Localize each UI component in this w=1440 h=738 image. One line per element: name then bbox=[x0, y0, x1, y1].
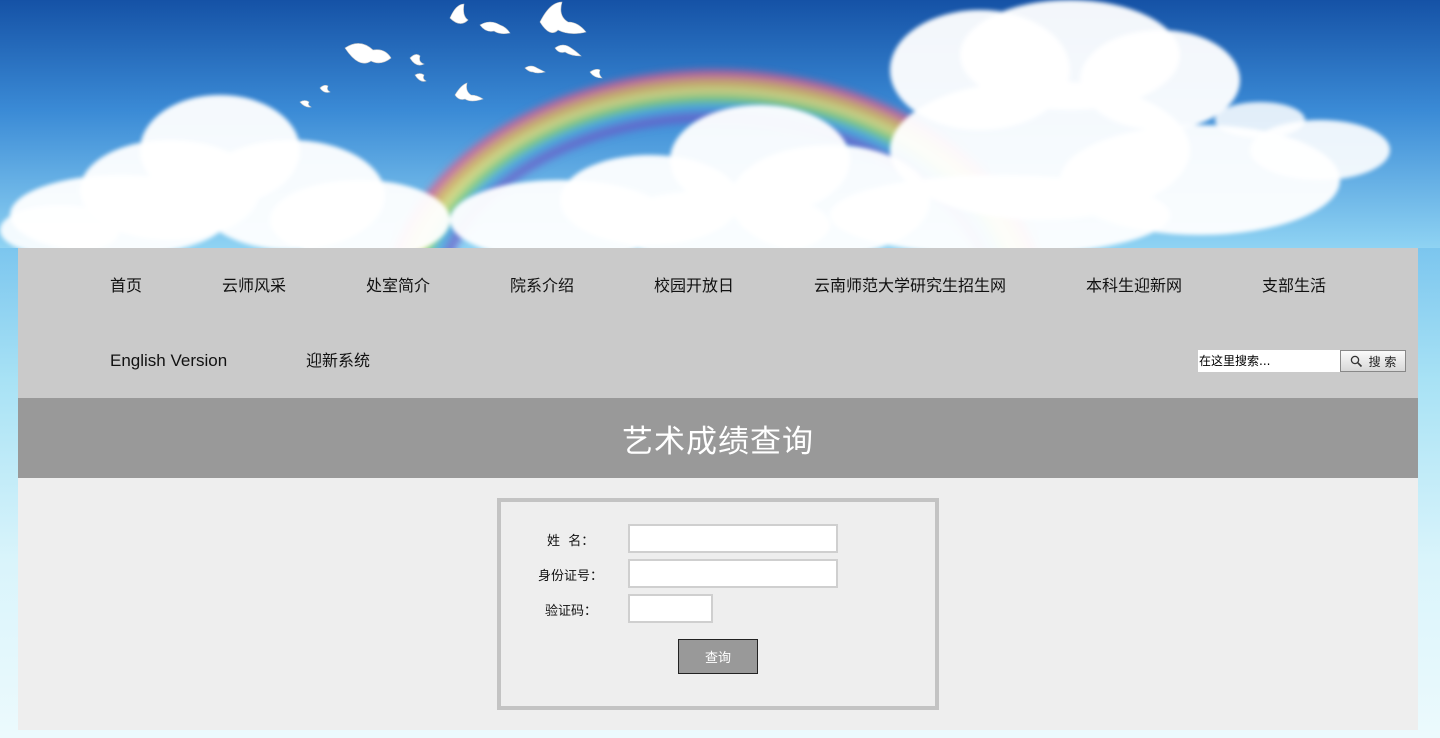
nav-link-graduate-admissions[interactable]: 云南师范大学研究生招生网 bbox=[814, 276, 1006, 296]
nav-link-home[interactable]: 首页 bbox=[110, 276, 142, 296]
magnifier-icon bbox=[1350, 355, 1362, 367]
nav-link-office-intro[interactable]: 处室简介 bbox=[366, 276, 430, 296]
search-button-label: 搜 索 bbox=[1368, 354, 1397, 369]
name-field[interactable] bbox=[628, 524, 838, 553]
title-bar: 艺术成绩查询 bbox=[18, 398, 1418, 478]
search-button[interactable]: 搜 索 bbox=[1340, 350, 1406, 372]
captcha-field[interactable] bbox=[628, 594, 713, 623]
query-button[interactable]: 查询 bbox=[678, 639, 758, 674]
id-number-field[interactable] bbox=[628, 559, 838, 588]
nav-link-branch-life[interactable]: 支部生活 bbox=[1262, 276, 1326, 296]
nav-link-department-intro[interactable]: 院系介绍 bbox=[510, 276, 574, 296]
captcha-label: 验证码： bbox=[545, 604, 598, 619]
query-form: 姓 名： 身份证号： 验证码： 查询 bbox=[497, 498, 939, 710]
main-nav: 首页 云师风采 处室简介 院系介绍 校园开放日 云南师范大学研究生招生网 本科生… bbox=[18, 248, 1418, 398]
nav-link-welcome-system[interactable]: 迎新系统 bbox=[306, 351, 370, 371]
search-box: 搜 索 bbox=[1198, 350, 1406, 372]
page-title: 艺术成绩查询 bbox=[622, 423, 814, 460]
nav-link-campus-style[interactable]: 云师风采 bbox=[222, 276, 286, 296]
search-input[interactable] bbox=[1198, 350, 1340, 372]
id-number-label: 身份证号： bbox=[538, 569, 604, 584]
header-banner bbox=[0, 0, 1440, 248]
nav-link-undergrad-welcome[interactable]: 本科生迎新网 bbox=[1086, 276, 1182, 296]
banner-image bbox=[0, 0, 1440, 248]
nav-link-english-version[interactable]: English Version bbox=[110, 351, 227, 371]
name-label: 姓 名： bbox=[547, 534, 595, 549]
nav-link-open-day[interactable]: 校园开放日 bbox=[654, 276, 734, 296]
content-area: 姓 名： 身份证号： 验证码： 查询 bbox=[18, 478, 1418, 730]
